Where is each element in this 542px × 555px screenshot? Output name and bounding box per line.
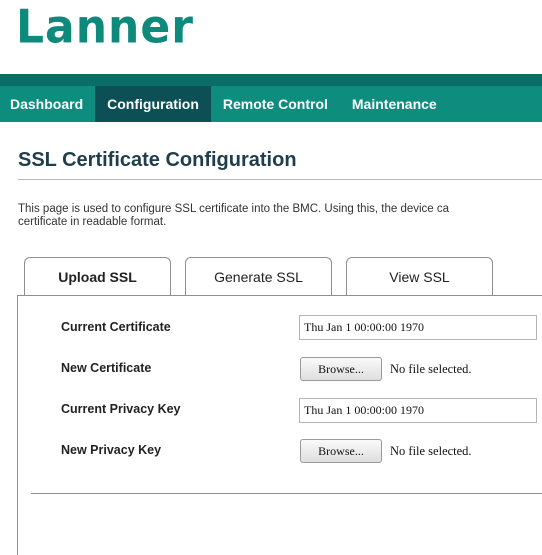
current-privacy-key-label: Current Privacy Key xyxy=(61,402,181,416)
title-divider xyxy=(18,179,542,180)
current-privacy-key-field: Thu Jan 1 00:00:00 1970 xyxy=(299,398,537,423)
nav-item-configuration[interactable]: Configuration xyxy=(95,86,211,122)
new-certificate-label: New Certificate xyxy=(61,361,152,375)
tab-upload-ssl[interactable]: Upload SSL xyxy=(24,257,171,296)
new-privacy-key-browse-button[interactable]: Browse... xyxy=(300,439,382,463)
new-privacy-key-file-status: No file selected. xyxy=(390,444,472,458)
form-bottom-divider xyxy=(31,493,542,494)
tab-generate-ssl[interactable]: Generate SSL xyxy=(185,257,332,295)
page-description: This page is used to configure SSL certi… xyxy=(18,203,542,229)
nav-top-strip xyxy=(0,74,542,86)
nav-item-maintenance[interactable]: Maintenance xyxy=(340,86,449,122)
new-certificate-browse-button[interactable]: Browse... xyxy=(300,357,382,381)
description-line-1: This page is used to configure SSL certi… xyxy=(18,203,450,215)
page-title: SSL Certificate Configuration xyxy=(18,149,297,171)
new-privacy-key-label: New Privacy Key xyxy=(61,443,162,457)
main-nav: Dashboard Configuration Remote Control M… xyxy=(0,86,542,122)
current-certificate-field: Thu Jan 1 00:00:00 1970 xyxy=(299,315,537,340)
nav-item-remote-control[interactable]: Remote Control xyxy=(211,86,340,122)
description-line-2: certificate in readable format. xyxy=(18,216,167,228)
tab-view-ssl[interactable]: View SSL xyxy=(346,257,493,295)
lanner-logo: Lanner xyxy=(16,0,194,55)
new-certificate-file-status: No file selected. xyxy=(390,362,472,376)
nav-item-dashboard[interactable]: Dashboard xyxy=(0,86,95,122)
current-certificate-label: Current Certificate xyxy=(61,320,171,334)
